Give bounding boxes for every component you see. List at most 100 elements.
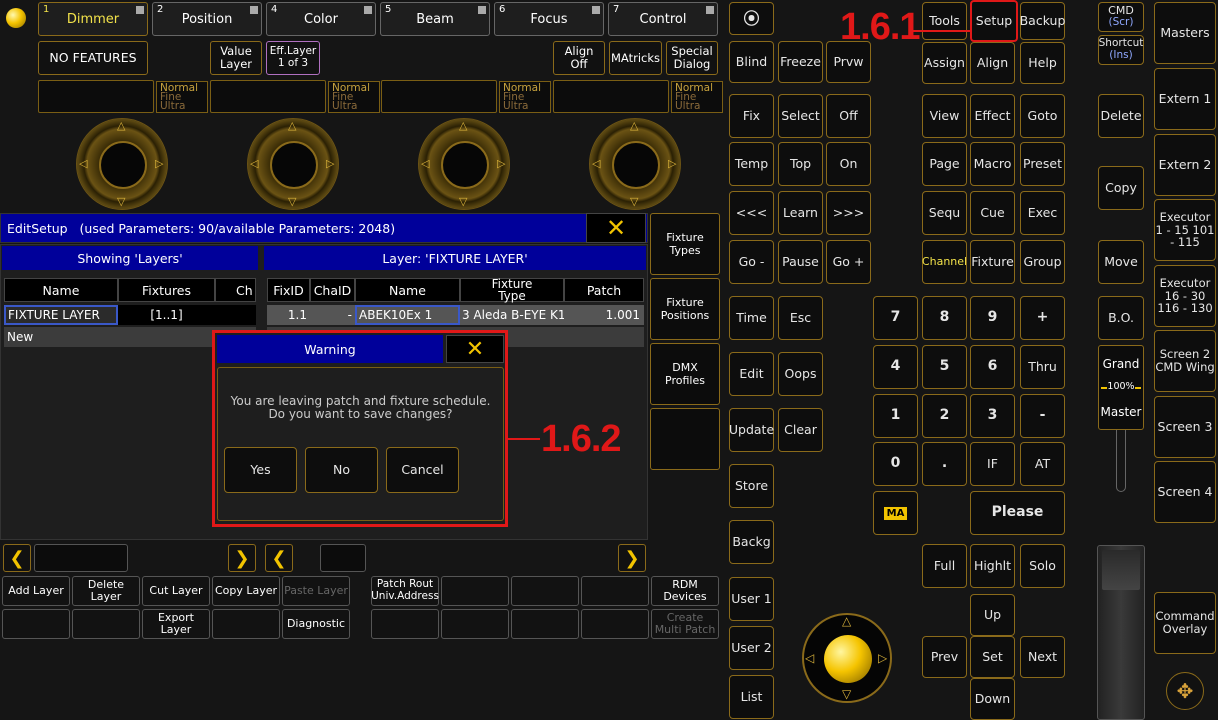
- no-features-button[interactable]: NO FEATURES: [38, 41, 148, 75]
- key-prev[interactable]: Prev: [922, 636, 967, 678]
- master-fader-handle[interactable]: [1102, 550, 1140, 590]
- key-backup[interactable]: Backup: [1020, 2, 1065, 40]
- key-command-overlay[interactable]: Command Overlay: [1154, 592, 1216, 654]
- key-8[interactable]: 8: [922, 296, 967, 340]
- tab-position[interactable]: 2 Position: [152, 2, 262, 36]
- encoder-mode-4[interactable]: Normal Fine Ultra: [671, 81, 723, 113]
- encoder-knob-1[interactable]: △ ▽ ◁ ▷: [76, 118, 168, 210]
- key-sequ[interactable]: Sequ: [922, 191, 967, 235]
- patch-rout-button[interactable]: Patch Rout Univ.Address: [371, 576, 439, 606]
- master-fader[interactable]: [1097, 545, 1145, 720]
- col-name[interactable]: Name: [4, 278, 118, 302]
- layer-row-fixtures[interactable]: [1..1]: [118, 305, 215, 325]
- key-highlt[interactable]: Highlt: [970, 544, 1015, 588]
- key-channel[interactable]: Channel: [922, 240, 967, 284]
- key-edit[interactable]: Edit: [729, 352, 774, 396]
- key-if[interactable]: IF: [970, 442, 1015, 486]
- col-fixture-name[interactable]: Name: [355, 278, 460, 302]
- key-top[interactable]: Top: [778, 142, 823, 186]
- tab-color[interactable]: 4 Color: [266, 2, 376, 36]
- fixture-row-type[interactable]: 3 Aleda B-EYE K1: [460, 305, 564, 325]
- col-ch[interactable]: Ch: [215, 278, 256, 302]
- key-fix[interactable]: Fix: [729, 94, 774, 138]
- key-clear[interactable]: Clear: [778, 408, 823, 452]
- rdm-devices-button[interactable]: RDM Devices: [651, 576, 719, 606]
- dmx-profiles-button[interactable]: DMX Profiles: [650, 343, 720, 405]
- align-button[interactable]: Align Off: [553, 41, 605, 75]
- tab-dimmer[interactable]: 1 Dimmer: [38, 2, 148, 36]
- key-freeze[interactable]: Freeze: [778, 41, 823, 83]
- fixture-row-patch[interactable]: 1.001: [564, 305, 644, 325]
- key-macro[interactable]: Macro: [970, 142, 1015, 186]
- create-multi-patch-button[interactable]: Create Multi Patch: [651, 609, 719, 639]
- key-effect[interactable]: Effect: [970, 94, 1015, 138]
- encoder-toggle-button[interactable]: ⦿: [729, 2, 774, 35]
- diagnostic-button[interactable]: Diagnostic: [282, 609, 350, 639]
- key-minus[interactable]: -: [1020, 394, 1065, 438]
- key-cmd[interactable]: CMD (Scr): [1098, 2, 1144, 32]
- warning-close-button[interactable]: ✕: [446, 335, 504, 363]
- key-delete[interactable]: Delete: [1098, 94, 1144, 138]
- key-pause[interactable]: Pause: [778, 240, 823, 284]
- col-fixtures[interactable]: Fixtures: [118, 278, 215, 302]
- tab-control[interactable]: 7 Control: [608, 2, 718, 36]
- key-extern-1[interactable]: Extern 1: [1154, 68, 1216, 130]
- key-dot[interactable]: .: [922, 442, 967, 486]
- key-up[interactable]: Up: [970, 594, 1015, 636]
- key-help[interactable]: Help: [1020, 42, 1065, 84]
- encoder-knob-4[interactable]: △ ▽ ◁ ▷: [589, 118, 681, 210]
- yes-button[interactable]: Yes: [224, 447, 297, 493]
- encoder-knob-3[interactable]: △ ▽ ◁ ▷: [418, 118, 510, 210]
- key-0[interactable]: 0: [873, 442, 918, 486]
- key-masters[interactable]: Masters: [1154, 2, 1216, 64]
- key-off[interactable]: Off: [826, 94, 871, 138]
- key-bo[interactable]: B.O.: [1098, 296, 1144, 340]
- trackball[interactable]: △ ▽ ◁ ▷: [802, 613, 892, 703]
- key-user-1[interactable]: User 1: [729, 577, 774, 621]
- key-goto[interactable]: Goto: [1020, 94, 1065, 138]
- col-patch[interactable]: Patch: [564, 278, 644, 302]
- key-view[interactable]: View: [922, 94, 967, 138]
- key-preset[interactable]: Preset: [1020, 142, 1065, 186]
- cut-layer-button[interactable]: Cut Layer: [142, 576, 210, 606]
- key-copy[interactable]: Copy: [1098, 166, 1144, 210]
- grand-master-fader[interactable]: Grand 100% Master: [1098, 345, 1144, 430]
- key-screen-3[interactable]: Screen 3: [1154, 396, 1216, 458]
- key-update[interactable]: Update: [729, 408, 774, 452]
- encoder-mode-1[interactable]: Normal Fine Ultra: [156, 81, 208, 113]
- key-full[interactable]: Full: [922, 544, 967, 588]
- key-6[interactable]: 6: [970, 345, 1015, 389]
- key-next[interactable]: Next: [1020, 636, 1065, 678]
- key-time[interactable]: Time: [729, 296, 774, 340]
- key-executor-16-30[interactable]: Executor 16 - 30 116 - 130: [1154, 265, 1216, 327]
- col-chaid[interactable]: ChaID: [310, 278, 355, 302]
- key-solo[interactable]: Solo: [1020, 544, 1065, 588]
- add-layer-button[interactable]: Add Layer: [2, 576, 70, 606]
- move-icon[interactable]: ✥: [1166, 672, 1204, 710]
- right-scroll-left-button[interactable]: ❮: [265, 544, 293, 572]
- key-page[interactable]: Page: [922, 142, 967, 186]
- fixture-types-button[interactable]: Fixture Types: [650, 213, 720, 275]
- key-go-minus[interactable]: Go -: [729, 240, 774, 284]
- key-blind[interactable]: Blind: [729, 41, 774, 83]
- fixture-row-name[interactable]: ABEK10Ex 1: [355, 305, 460, 325]
- key-esc[interactable]: Esc: [778, 296, 823, 340]
- key-user-2[interactable]: User 2: [729, 626, 774, 670]
- key-9[interactable]: 9: [970, 296, 1015, 340]
- key-forward[interactable]: >>>: [826, 191, 871, 235]
- key-2[interactable]: 2: [922, 394, 967, 438]
- copy-layer-button[interactable]: Copy Layer: [212, 576, 280, 606]
- key-screen-4[interactable]: Screen 4: [1154, 461, 1216, 523]
- value-layer-button[interactable]: Value Layer: [210, 41, 262, 75]
- tab-focus[interactable]: 6 Focus: [494, 2, 604, 36]
- key-set[interactable]: Set: [970, 636, 1015, 678]
- key-plus[interactable]: +: [1020, 296, 1065, 340]
- left-scroll-left-button[interactable]: ❮: [3, 544, 31, 572]
- key-setup[interactable]: Setup: [970, 0, 1018, 42]
- key-oops[interactable]: Oops: [778, 352, 823, 396]
- key-at[interactable]: AT: [1020, 442, 1065, 486]
- key-move[interactable]: Move: [1098, 240, 1144, 284]
- layer-row-name[interactable]: FIXTURE LAYER: [4, 305, 118, 325]
- col-fixid[interactable]: FixID: [267, 278, 310, 302]
- col-fixture-type[interactable]: Fixture Type: [460, 278, 564, 302]
